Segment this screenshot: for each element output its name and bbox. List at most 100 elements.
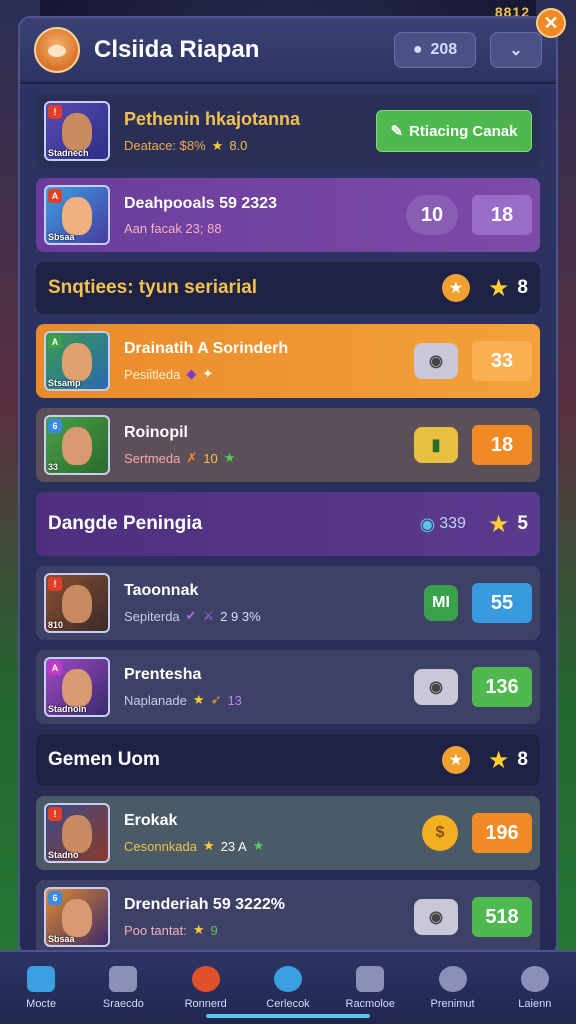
player-name: Deahpooals 59 2323: [124, 194, 277, 212]
list-item[interactable]: 6 Sbsaa Drenderiah 59 3222% Poo tantat: …: [36, 880, 540, 954]
thumbnail-caption: Sbsaa: [48, 934, 75, 944]
page-title: Clsiida Riapan: [94, 36, 260, 63]
player-level-pill: 10: [406, 195, 458, 235]
player-thumbnail: A Stadnoin: [44, 657, 110, 717]
list-item[interactable]: A Stadnoin Prentesha Naplanade ★ ➶ 13 ◉ …: [36, 650, 540, 724]
section-mid-value: 339: [439, 515, 466, 532]
player-name: Prentesha: [124, 666, 202, 683]
camera-icon: ◉: [414, 669, 458, 705]
player-value-button[interactable]: 18: [472, 425, 532, 465]
coin-icon: $: [422, 815, 458, 851]
user-icon: ●: [412, 41, 423, 58]
list-item[interactable]: A Sbsaa Deahpooals 59 2323 Aan facak 23;…: [36, 178, 540, 252]
section-value: 8: [517, 749, 528, 770]
gear-icon: [273, 966, 302, 992]
panel-header: Clsiida Riapan ● 208 ⌄: [20, 18, 556, 84]
section-title: Snqtiees: tyun seriarial: [48, 277, 258, 298]
player-thumbnail: A Sbsaa: [44, 185, 110, 245]
star-icon: ★: [211, 137, 224, 153]
star-icon: ★: [487, 510, 510, 538]
section-value: 8: [517, 277, 528, 298]
section-header: Gemen Uom ★ ★ 8: [36, 734, 540, 786]
camera-icon: ◉: [414, 343, 458, 379]
main-panel: Clsiida Riapan ● 208 ⌄ ! Stadnech Pethen…: [18, 16, 558, 956]
player-stat: 23 A: [220, 838, 247, 854]
rank-badge-icon: 6: [48, 891, 62, 905]
star-icon: ★: [203, 838, 215, 853]
sparkle-icon: ✦: [202, 366, 214, 381]
close-button[interactable]: ✕: [536, 8, 566, 38]
list-item[interactable]: A Stsamp Drainatih A Sorinderh Pesiitled…: [36, 324, 540, 398]
list-item[interactable]: 6 33 Roinopil Sertmeda ✗ 10 ★ ▮ 18: [36, 408, 540, 482]
star-icon: ★: [252, 838, 265, 853]
player-sublabel: Deatace: $8%: [124, 138, 206, 153]
nav-item-search[interactable]: Laienn: [494, 952, 576, 1024]
thumbnail-caption: Sbsaa: [48, 232, 75, 242]
player-thumbnail: ! 810: [44, 573, 110, 633]
section-title: Dangde Peningia: [48, 513, 203, 534]
chevron-icon: ⌄: [509, 42, 523, 59]
header-action-button[interactable]: ⌄: [490, 32, 542, 68]
player-value-button[interactable]: 136: [472, 667, 532, 707]
star-icon: ★: [487, 746, 510, 774]
thumbnail-caption: Stadno: [48, 850, 79, 860]
player-rating: 8.0: [229, 138, 248, 153]
nav-item-home[interactable]: Mocte: [0, 952, 82, 1024]
player-sublabel: Naplanade: [124, 692, 187, 708]
shield-icon: ◉: [419, 513, 436, 534]
nav-label: Racmoloe: [345, 998, 396, 1010]
player-name: Drenderiah 59 3222%: [124, 896, 285, 913]
check-icon: ✎: [390, 123, 404, 140]
rank-badge-icon: A: [48, 661, 62, 675]
player-value-button[interactable]: 518: [472, 897, 532, 937]
thumbnail-caption: 33: [48, 462, 59, 472]
active-nav-indicator: [206, 1014, 370, 1018]
featured-action-button[interactable]: ✎ Rtiacing Canak: [376, 110, 532, 152]
home-icon: [27, 966, 56, 992]
gear-badge-icon: ★: [441, 746, 470, 774]
thumbnail-caption: Stsamp: [48, 378, 81, 388]
player-name: Drainatih A Sorinderh: [124, 340, 289, 357]
header-stat-chip[interactable]: ● 208: [394, 32, 476, 68]
section-header: Snqtiees: tyun seriarial ★ ★ 8: [36, 262, 540, 314]
list-item[interactable]: ! 810 Taoonnak Sepiterda ✔ ⚔ 2 9 3% MI 5…: [36, 566, 540, 640]
section-title: Gemen Uom: [48, 749, 160, 770]
player-thumbnail: A Stsamp: [44, 331, 110, 391]
list-item-featured[interactable]: ! Stadnech Pethenin hkajotanna Deatace: …: [36, 94, 540, 168]
player-value-button[interactable]: 196: [472, 813, 532, 853]
player-list: ! Stadnech Pethenin hkajotanna Deatace: …: [20, 84, 556, 954]
player-value-button[interactable]: 33: [472, 341, 532, 381]
fox-avatar-icon: [34, 27, 80, 73]
sword-icon: ✗: [186, 450, 198, 465]
player-value-button[interactable]: 55: [472, 583, 532, 623]
rank-badge-icon: A: [48, 189, 62, 203]
player-stat: 13: [227, 692, 242, 708]
header-stat-value: 208: [430, 41, 458, 58]
player-sublabel: Sepiterda: [124, 608, 180, 624]
player-value-button[interactable]: 18: [472, 195, 532, 235]
feather-icon: ➶: [210, 692, 222, 707]
reward-icon: [191, 966, 220, 992]
settings-icon: [438, 966, 467, 992]
player-thumbnail: ! Stadnech: [44, 101, 110, 161]
player-sublabel: Poo tantat:: [124, 922, 187, 938]
nav-label: Ronnerd: [184, 998, 227, 1010]
nav-item-cards[interactable]: Sraecdo: [82, 952, 164, 1024]
thumbnail-caption: 810: [48, 620, 64, 630]
player-name: Pethenin hkajotanna: [124, 108, 301, 129]
rank-badge-icon: !: [48, 105, 62, 119]
nav-item-settings[interactable]: Prenimut: [411, 952, 493, 1024]
player-name: Taoonnak: [124, 582, 199, 599]
player-stat: 9: [210, 922, 218, 938]
search-icon: [520, 966, 549, 992]
rank-badge-icon: 6: [48, 419, 62, 433]
star-icon: ★: [223, 450, 236, 465]
player-thumbnail: 6 33: [44, 415, 110, 475]
player-sublabel: Cesonnkada: [124, 838, 197, 854]
rank-badge-icon: A: [48, 335, 62, 349]
list-item[interactable]: ! Stadno Erokak Cesonnkada ★ 23 A ★ $ 19…: [36, 796, 540, 870]
check-icon: ✔: [185, 608, 197, 623]
shop-icon: [356, 966, 385, 992]
section-value: 5: [517, 513, 528, 534]
section-header: Dangde Peningia ◉ 339 ★ 5: [36, 492, 540, 556]
